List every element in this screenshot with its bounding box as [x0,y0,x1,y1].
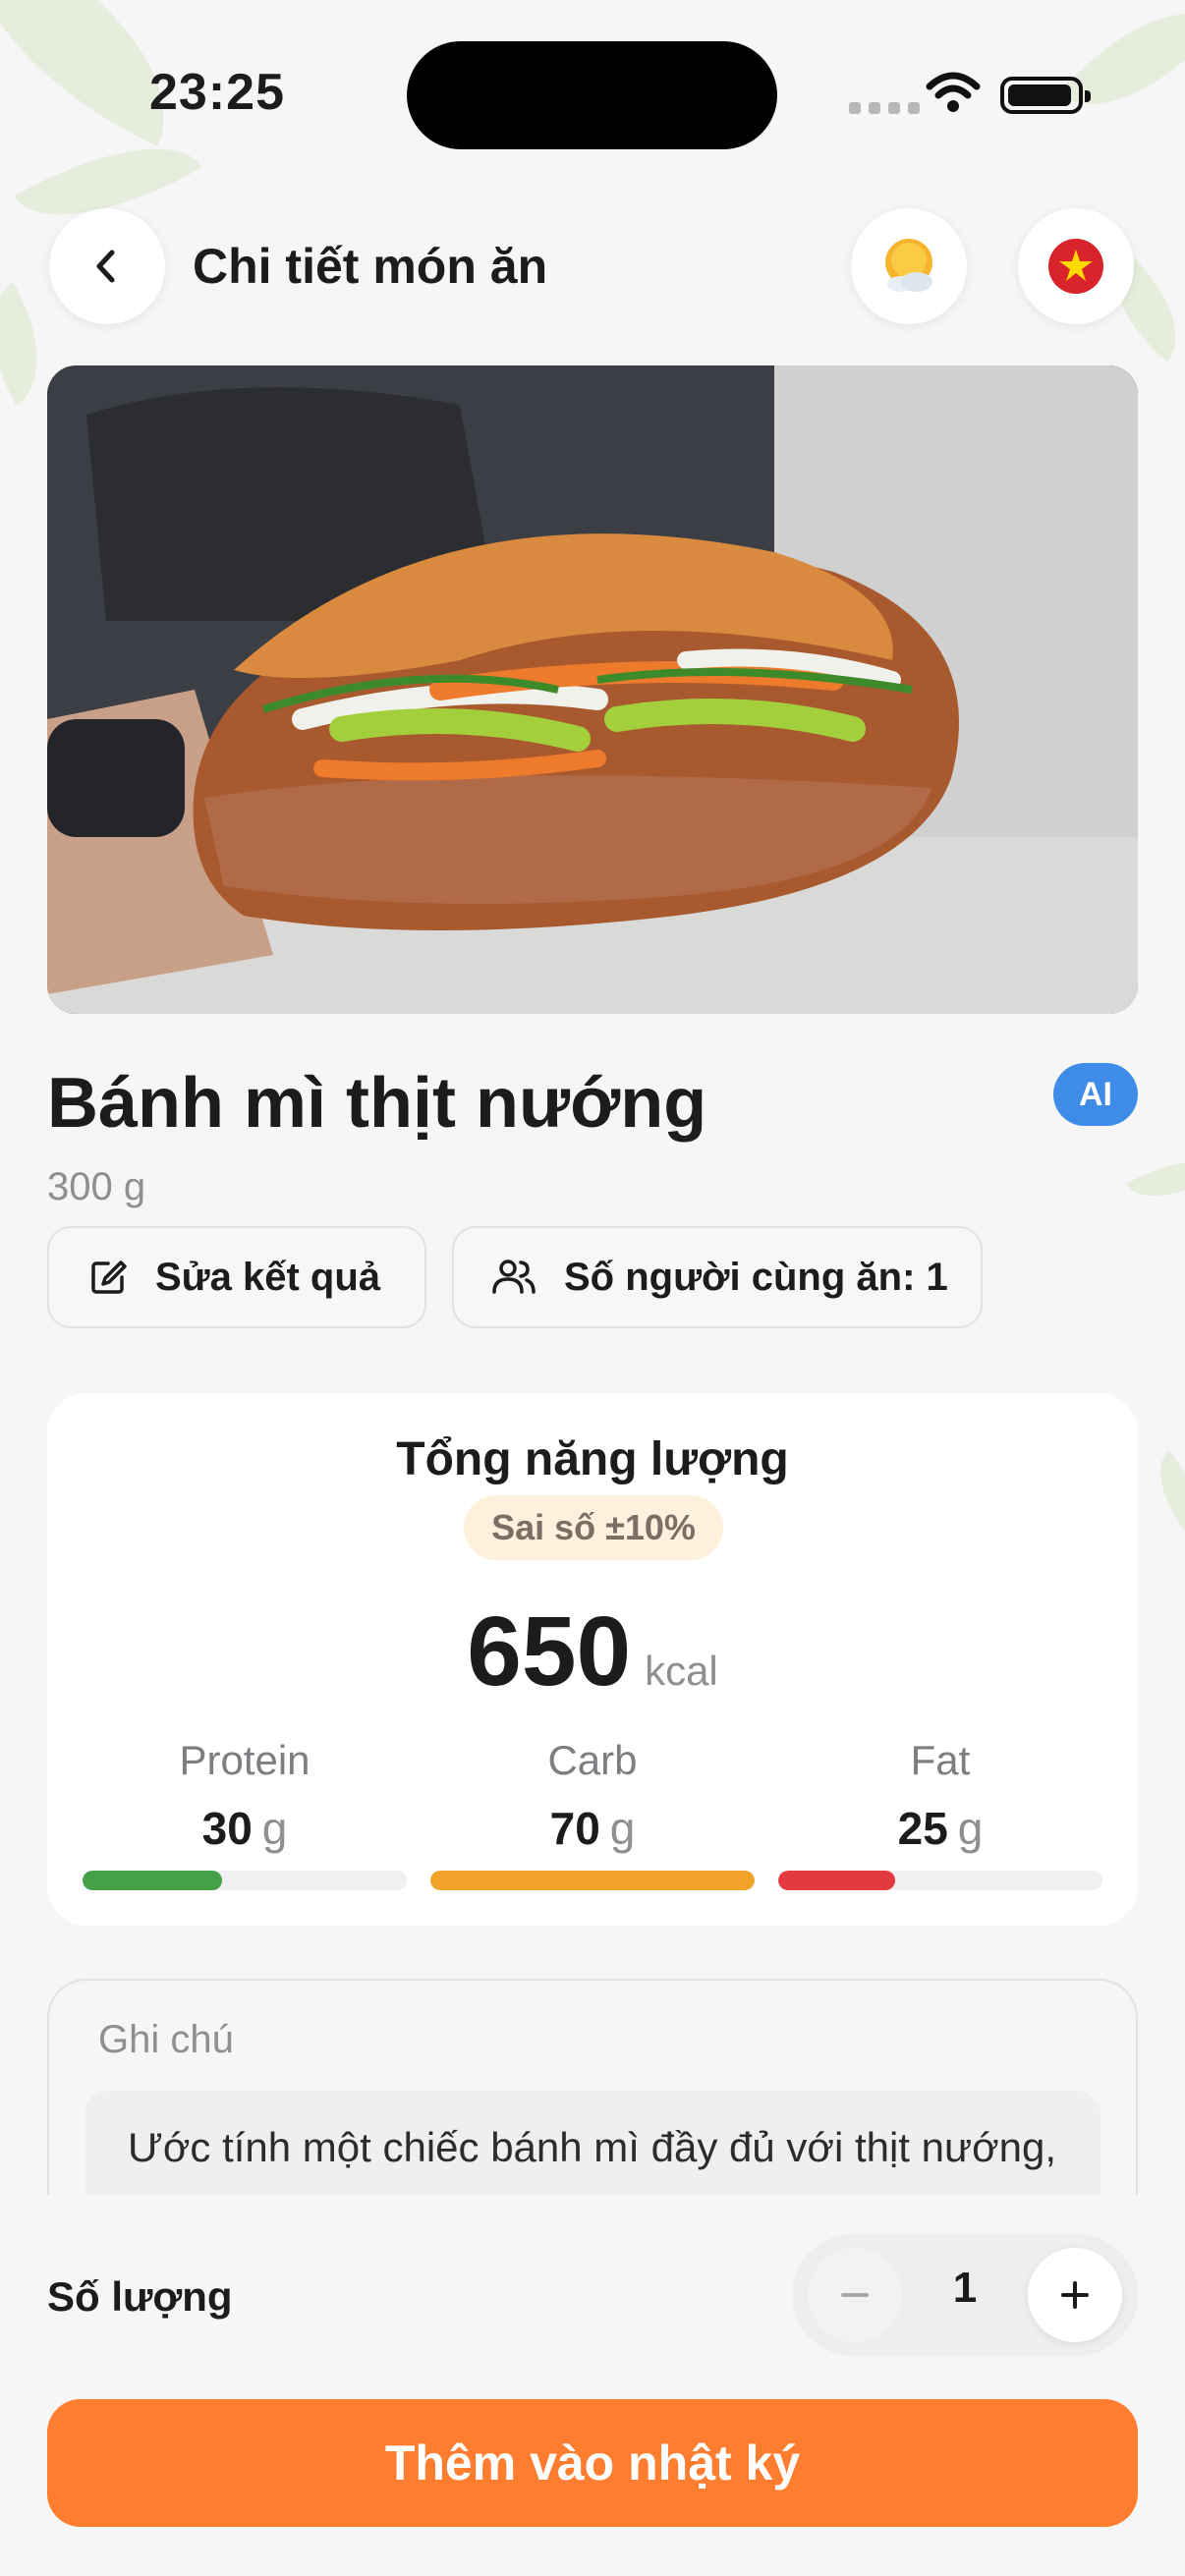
add-to-diary-button[interactable]: Thêm vào nhật ký [47,2399,1138,2527]
users-icon [492,1260,536,1294]
dynamic-island [407,41,777,149]
edit-result-label: Sửa kết quả [155,1255,381,1299]
macro-fat: Fat 25 g [778,1737,1102,1855]
macro-bar-carb [430,1871,755,1890]
decorative-leaf [1138,1450,1185,1537]
shared-people-button[interactable]: Số người cùng ăn: 1 [452,1226,983,1328]
macro-bar-fill [430,1871,755,1890]
notes-text: Ước tính một chiếc bánh mì đầy đủ với th… [128,2124,1057,2170]
wifi-icon [926,72,981,112]
edit-icon [91,1260,127,1294]
macro-protein: Protein 30 g [83,1737,407,1855]
calorie-total: 650 kcal [47,1596,1138,1708]
shared-people-label: Số người cùng ăn: 1 [564,1255,948,1299]
weather-sun-cloud-icon [885,239,932,292]
back-button[interactable] [49,208,165,324]
plus-icon [1061,2281,1089,2309]
macro-label: Protein [179,1737,310,1783]
notes-label: Ghi chú [98,2018,234,2061]
macro-value: 25 g [897,1803,984,1854]
vietnam-flag-icon [1048,239,1103,294]
ai-badge: AI [1053,1063,1138,1126]
decorative-leaf [1126,1140,1185,1218]
food-photo [47,365,1138,1014]
chevron-left-icon [96,250,115,283]
page-title: Chi tiết món ăn [193,239,548,294]
language-button[interactable] [1018,208,1134,324]
food-weight: 300 g [47,1165,146,1208]
minus-icon [841,2293,869,2297]
battery-icon [1000,77,1091,114]
quantity-stepper: 1 [792,2234,1138,2356]
macro-bar-fat [778,1871,1102,1890]
edit-result-button[interactable]: Sửa kết quả [47,1226,426,1328]
error-margin-badge: Sai số ±10% [464,1495,723,1560]
quantity-value: 1 [952,2264,978,2312]
macro-bar-fill [83,1871,222,1890]
macro-carb: Carb 70 g [430,1737,755,1855]
calorie-value: 650 [467,1596,632,1707]
energy-card: Tổng năng lượng Sai số ±10% 650 kcal Pro… [47,1393,1138,1926]
decorative-leaf [1058,0,1185,144]
weather-button[interactable] [851,208,967,324]
status-time: 23:25 [149,64,285,121]
decrease-button[interactable] [808,2248,902,2342]
food-name: Bánh mì thịt nướng [47,1064,707,1143]
macro-bar-protein [83,1871,407,1890]
increase-button[interactable] [1028,2248,1122,2342]
quantity-label: Số lượng [47,2273,233,2320]
macro-value: 30 g [201,1803,288,1854]
calorie-unit: kcal [645,1648,718,1694]
macro-label: Fat [910,1737,971,1783]
macro-value: 70 g [549,1803,636,1854]
macro-bar-fill [778,1871,895,1890]
bottom-action-bar: Số lượng 1 Thêm vào nhật ký [0,2195,1185,2576]
cellular-signal-icon [849,102,920,114]
macro-label: Carb [547,1737,638,1783]
energy-title: Tổng năng lượng [396,1433,789,1485]
